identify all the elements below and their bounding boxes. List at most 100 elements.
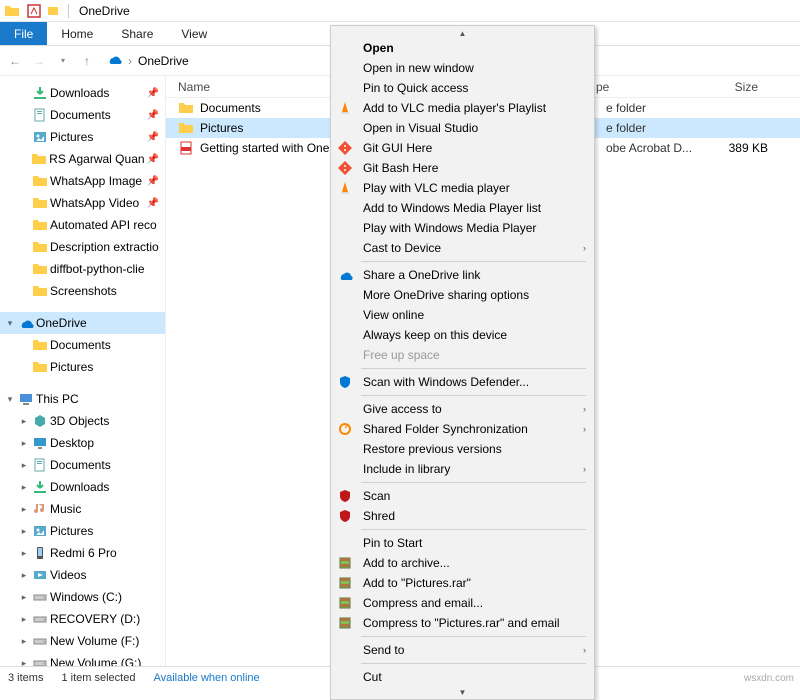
tree-item-pictures[interactable]: Pictures [0,356,165,378]
tree-item-new-volume-g-[interactable]: ▸New Volume (G:) [0,652,165,666]
qa-new-folder-icon[interactable] [45,2,63,20]
menu-item-give-access-to[interactable]: Give access to› [331,399,594,419]
back-button[interactable]: ← [4,50,26,72]
folder-icon [32,359,48,375]
tree-item-diffbot-python-clie[interactable]: diffbot-python-clie [0,258,165,280]
menu-item-label: Play with VLC media player [363,181,566,195]
blank-icon [335,642,355,658]
column-size[interactable]: Size [696,80,766,94]
tree-item-windows-c-[interactable]: ▸Windows (C:) [0,586,165,608]
tree-item-rs-agarwal-quan[interactable]: RS Agarwal Quan📌 [0,148,165,170]
menu-item-include-in-library[interactable]: Include in library› [331,459,594,479]
menu-item-restore-previous-versions[interactable]: Restore previous versions [331,439,594,459]
tree-item-whatsapp-image[interactable]: WhatsApp Image📌 [0,170,165,192]
blank-icon [335,40,355,56]
menu-item-label: Shred [363,509,566,523]
tree-item-new-volume-f-[interactable]: ▸New Volume (F:) [0,630,165,652]
tree-item-documents[interactable]: ▸Documents [0,454,165,476]
chevron-icon: ▸ [18,636,30,647]
drive-icon [32,611,48,627]
menu-item-scan-with-windows-defender[interactable]: Scan with Windows Defender... [331,372,594,392]
menu-item-always-keep-on-this-device[interactable]: Always keep on this device [331,325,594,345]
menu-item-open-in-new-window[interactable]: Open in new window [331,58,594,78]
qa-properties-icon[interactable] [25,2,43,20]
tree-item-description-extractio[interactable]: Description extractio [0,236,165,258]
tree-item-documents[interactable]: Documents📌 [0,104,165,126]
menu-item-scan[interactable]: Scan [331,486,594,506]
menu-item-label: View online [363,308,566,322]
vlc-icon [335,180,355,196]
menu-scroll-down[interactable]: ▼ [331,687,594,697]
up-button[interactable]: ↑ [76,50,98,72]
title-bar: OneDrive [0,0,800,22]
menu-item-pin-to-start[interactable]: Pin to Start [331,533,594,553]
drive-icon [32,633,48,649]
breadcrumb[interactable]: › OneDrive [100,50,195,72]
forward-button[interactable]: → [28,50,50,72]
menu-item-open-in-visual-studio[interactable]: Open in Visual Studio [331,118,594,138]
menu-item-git-gui-here[interactable]: Git GUI Here [331,138,594,158]
menu-item-add-to-windows-media-player-list[interactable]: Add to Windows Media Player list [331,198,594,218]
rar-icon [335,595,355,611]
tree-item-this-pc[interactable]: ▾This PC [0,388,165,410]
folder-icon [4,3,20,19]
mcafee-icon [335,488,355,504]
file-type: e folder [606,101,706,115]
tree-item-music[interactable]: ▸Music [0,498,165,520]
tree-item-label: diffbot-python-clie [50,262,145,276]
blank-icon [335,240,355,256]
tree-item-automated-api-reco[interactable]: Automated API reco [0,214,165,236]
menu-item-open[interactable]: Open [331,38,594,58]
tree-item-whatsapp-video[interactable]: WhatsApp Video📌 [0,192,165,214]
vlc-icon [335,100,355,116]
menu-item-send-to[interactable]: Send to› [331,640,594,660]
file-tab[interactable]: File [0,22,47,45]
menu-item-view-online[interactable]: View online [331,305,594,325]
menu-scroll-up[interactable]: ▲ [331,28,594,38]
menu-separator [361,663,586,664]
tree-item-pictures[interactable]: Pictures📌 [0,126,165,148]
breadcrumb-onedrive[interactable]: OneDrive [138,54,189,68]
menu-item-more-onedrive-sharing-options[interactable]: More OneDrive sharing options [331,285,594,305]
tree-item-label: Downloads [50,86,109,100]
menu-item-compress-to-pictures-rar-and-email[interactable]: Compress to "Pictures.rar" and email [331,613,594,633]
menu-item-add-to-vlc-media-player-s-playlist[interactable]: Add to VLC media player's Playlist [331,98,594,118]
menu-item-add-to-archive[interactable]: Add to archive... [331,553,594,573]
menu-item-cut[interactable]: Cut [331,667,594,687]
tree-item-downloads[interactable]: ▸Downloads [0,476,165,498]
menu-item-shared-folder-synchronization[interactable]: Shared Folder Synchronization› [331,419,594,439]
tree-item-downloads[interactable]: Downloads📌 [0,82,165,104]
menu-item-label: Add to Windows Media Player list [363,201,566,215]
menu-item-compress-and-email[interactable]: Compress and email... [331,593,594,613]
menu-item-pin-to-quick-access[interactable]: Pin to Quick access [331,78,594,98]
folder-icon [32,261,48,277]
tree-item-label: RECOVERY (D:) [50,612,140,626]
menu-item-share-a-onedrive-link[interactable]: Share a OneDrive link [331,265,594,285]
menu-separator [361,368,586,369]
menu-item-play-with-windows-media-player[interactable]: Play with Windows Media Player [331,218,594,238]
tree-item-label: Downloads [50,480,109,494]
tree-item-videos[interactable]: ▸Videos [0,564,165,586]
tree-item-desktop[interactable]: ▸Desktop [0,432,165,454]
home-tab[interactable]: Home [47,22,107,45]
tree-item-pictures[interactable]: ▸Pictures [0,520,165,542]
view-tab[interactable]: View [167,22,221,45]
chevron-icon: ▸ [18,460,30,471]
menu-item-git-bash-here[interactable]: Git Bash Here [331,158,594,178]
menu-item-shred[interactable]: Shred [331,506,594,526]
tree-item-recovery-d-[interactable]: ▸RECOVERY (D:) [0,608,165,630]
tree-item-screenshots[interactable]: Screenshots [0,280,165,302]
tree-item-onedrive[interactable]: ▾OneDrive [0,312,165,334]
file-type: obe Acrobat D... [606,141,706,155]
tree-item-redmi-6-pro[interactable]: ▸Redmi 6 Pro [0,542,165,564]
share-tab[interactable]: Share [107,22,167,45]
menu-item-play-with-vlc-media-player[interactable]: Play with VLC media player [331,178,594,198]
column-type[interactable]: pe [596,80,696,94]
menu-item-label: Open [363,41,566,55]
tree-item-label: New Volume (G:) [50,656,141,666]
menu-item-add-to-pictures-rar[interactable]: Add to "Pictures.rar" [331,573,594,593]
tree-item-documents[interactable]: Documents [0,334,165,356]
recent-locations-button[interactable]: ▾ [52,50,74,72]
menu-item-cast-to-device[interactable]: Cast to Device› [331,238,594,258]
tree-item-3d-objects[interactable]: ▸3D Objects [0,410,165,432]
